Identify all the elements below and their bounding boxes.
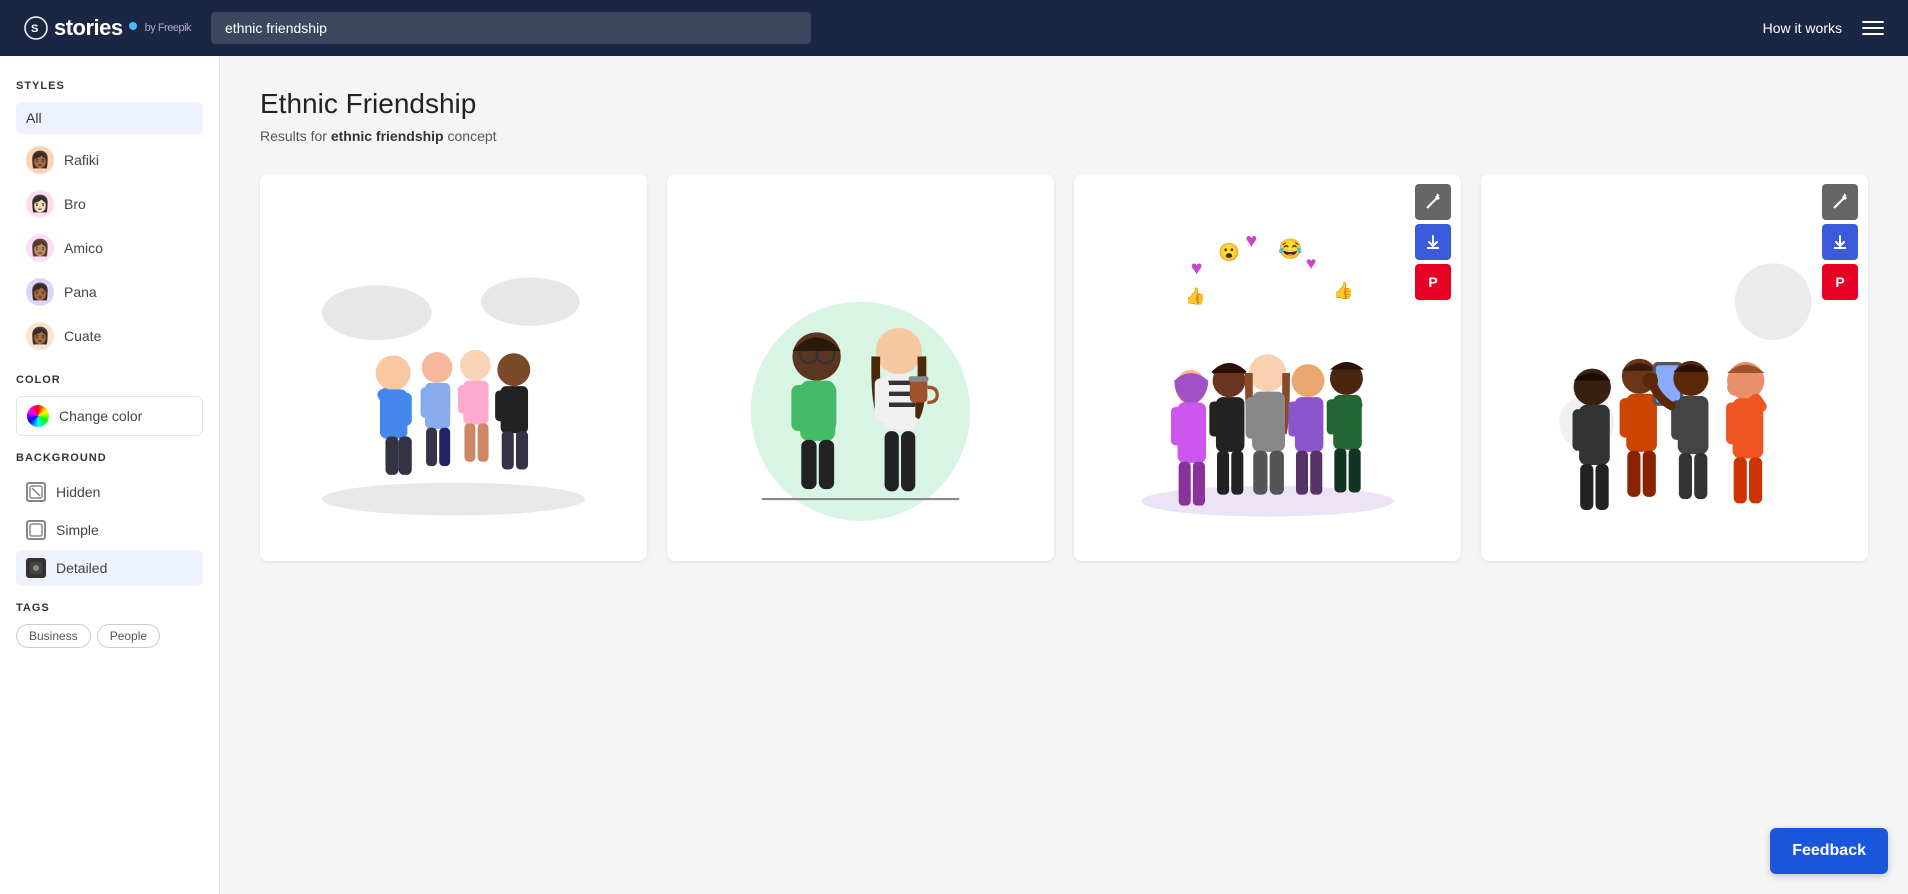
card-4-download-btn[interactable] xyxy=(1822,224,1858,260)
bro-avatar: 👩🏻 xyxy=(26,190,54,218)
results-query: ethnic friendship xyxy=(331,128,444,144)
results-prefix: Results for xyxy=(260,128,331,144)
card-3-pinterest-btn[interactable]: P xyxy=(1415,264,1451,300)
download-icon xyxy=(1424,233,1442,251)
logo-by-text: by Freepik xyxy=(145,22,191,34)
logo-text: stories xyxy=(54,15,123,41)
card-3-actions: P xyxy=(1415,184,1451,300)
header: S stories by Freepik How it works xyxy=(0,0,1908,56)
card-4-pinterest-btn[interactable]: P xyxy=(1822,264,1858,300)
detailed-icon xyxy=(26,558,46,578)
illustration-card-2[interactable] xyxy=(667,174,1054,561)
rafiki-avatar: 👩🏾 xyxy=(26,146,54,174)
bg-hidden[interactable]: Hidden xyxy=(16,474,203,510)
bg-detailed[interactable]: Detailed xyxy=(16,550,203,586)
svg-text:♥: ♥ xyxy=(1191,257,1203,279)
styles-section-title: STYLES xyxy=(16,80,203,92)
wand-icon-2 xyxy=(1831,193,1849,211)
hamburger-line-3 xyxy=(1862,33,1884,35)
pana-label: Pana xyxy=(64,284,97,300)
svg-text:👍: 👍 xyxy=(1333,281,1353,300)
sidebar: STYLES All 👩🏾 Rafiki 👩🏻 Bro 👩🏽 Amico 👩🏾 … xyxy=(0,56,220,894)
change-color-label: Change color xyxy=(59,408,142,424)
rafiki-label: Rafiki xyxy=(64,152,99,168)
svg-text:♥: ♥ xyxy=(1306,253,1316,273)
illustrations-grid: ♥ 😮 ♥ 😂 ♥ 👍 👍 xyxy=(260,174,1868,561)
svg-text:😮: 😮 xyxy=(1218,242,1240,262)
svg-text:S: S xyxy=(31,23,38,35)
sidebar-item-pana[interactable]: 👩🏾 Pana xyxy=(16,270,203,314)
bro-label: Bro xyxy=(64,196,86,212)
simple-icon xyxy=(26,520,46,540)
amico-label: Amico xyxy=(64,240,103,256)
tags-section: TAGS Business People xyxy=(16,602,203,648)
tag-people[interactable]: People xyxy=(97,624,160,648)
hamburger-menu[interactable] xyxy=(1862,21,1884,35)
change-color-button[interactable]: Change color xyxy=(16,396,203,436)
amico-avatar: 👩🏽 xyxy=(26,234,54,262)
tag-chips: Business People xyxy=(16,624,203,648)
tag-business[interactable]: Business xyxy=(16,624,91,648)
illustration-1-svg xyxy=(289,203,618,532)
sidebar-item-bro[interactable]: 👩🏻 Bro xyxy=(16,182,203,226)
logo-dot xyxy=(129,22,137,30)
illustration-4-svg xyxy=(1510,203,1839,532)
svg-text:👍: 👍 xyxy=(1185,287,1205,306)
card-3-customize-btn[interactable] xyxy=(1415,184,1451,220)
hidden-label: Hidden xyxy=(56,484,100,500)
hidden-icon xyxy=(26,482,46,502)
pana-avatar: 👩🏾 xyxy=(26,278,54,306)
color-section-title: COLOR xyxy=(16,374,203,386)
hamburger-line-1 xyxy=(1862,21,1884,23)
card-4-customize-btn[interactable] xyxy=(1822,184,1858,220)
hamburger-line-2 xyxy=(1862,27,1884,29)
content-area: Ethnic Friendship Results for ethnic fri… xyxy=(220,56,1908,894)
svg-text:♥: ♥ xyxy=(1246,230,1258,252)
tags-section-title: TAGS xyxy=(16,602,203,614)
header-right: How it works xyxy=(1763,20,1884,36)
search-input[interactable] xyxy=(211,12,811,44)
color-divider: COLOR xyxy=(16,374,203,386)
card-4-actions: P xyxy=(1822,184,1858,300)
logo-icon: S xyxy=(24,16,48,40)
background-divider: BACKGROUND xyxy=(16,452,203,464)
illustration-card-1[interactable] xyxy=(260,174,647,561)
sidebar-item-rafiki[interactable]: 👩🏾 Rafiki xyxy=(16,138,203,182)
illustration-3-svg: ♥ 😮 ♥ 😂 ♥ 👍 👍 xyxy=(1103,203,1432,532)
color-wheel-icon xyxy=(27,405,49,427)
simple-label: Simple xyxy=(56,522,99,538)
logo[interactable]: S stories by Freepik xyxy=(24,15,191,41)
how-it-works-link[interactable]: How it works xyxy=(1763,20,1842,36)
illustration-card-3[interactable]: ♥ 😮 ♥ 😂 ♥ 👍 👍 xyxy=(1074,174,1461,561)
main-layout: STYLES All 👩🏾 Rafiki 👩🏻 Bro 👩🏽 Amico 👩🏾 … xyxy=(0,56,1908,894)
background-section-title: BACKGROUND xyxy=(16,452,203,464)
detailed-label: Detailed xyxy=(56,560,107,576)
cuate-avatar: 👩🏾 xyxy=(26,322,54,350)
sidebar-item-cuate[interactable]: 👩🏾 Cuate xyxy=(16,314,203,358)
svg-text:😂: 😂 xyxy=(1278,238,1303,261)
card-3-download-btn[interactable] xyxy=(1415,224,1451,260)
illustration-2-svg xyxy=(696,203,1025,532)
sidebar-item-amico[interactable]: 👩🏽 Amico xyxy=(16,226,203,270)
results-suffix: concept xyxy=(444,128,497,144)
style-all[interactable]: All xyxy=(16,102,203,134)
feedback-button[interactable]: Feedback xyxy=(1770,828,1888,874)
wand-icon xyxy=(1424,193,1442,211)
page-title: Ethnic Friendship xyxy=(260,88,1868,120)
download-icon-2 xyxy=(1831,233,1849,251)
illustration-card-4[interactable]: P xyxy=(1481,174,1868,561)
cuate-label: Cuate xyxy=(64,328,101,344)
results-text: Results for ethnic friendship concept xyxy=(260,128,1868,144)
bg-simple[interactable]: Simple xyxy=(16,512,203,548)
